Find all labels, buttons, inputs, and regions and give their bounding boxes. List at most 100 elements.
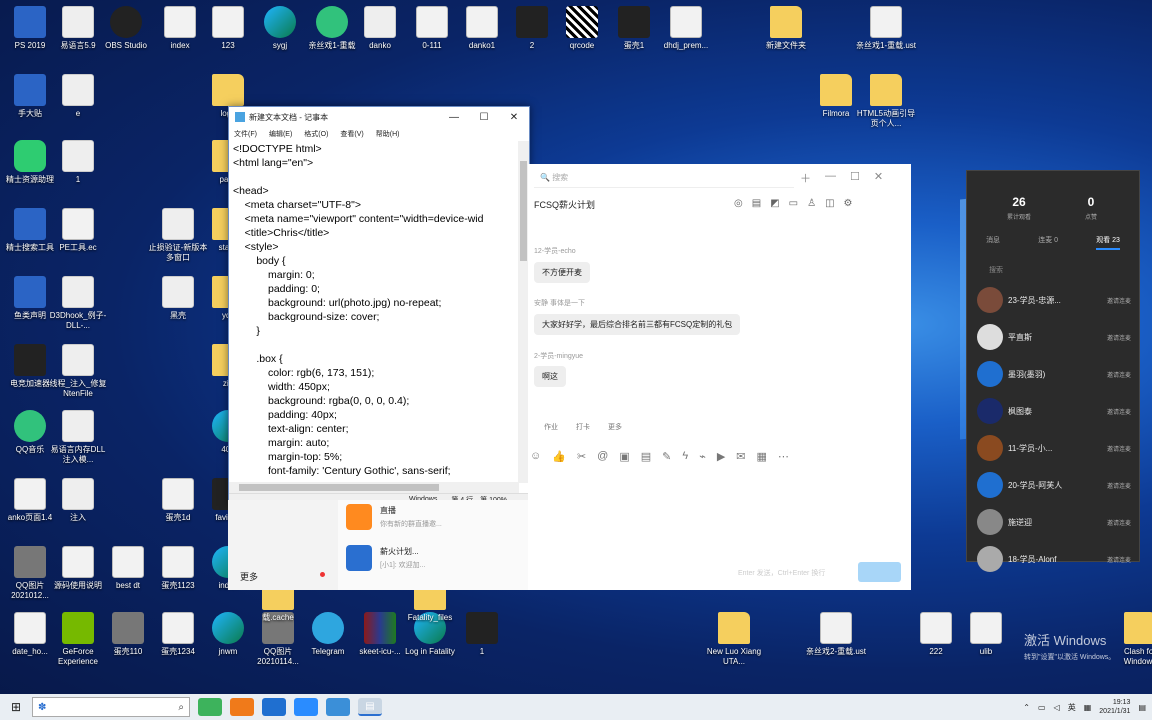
tab-homework[interactable]: 作业 xyxy=(544,422,558,432)
invite-cohost-button[interactable]: 邀请连麦 xyxy=(1107,370,1131,379)
settings-icon[interactable]: ⚙ xyxy=(844,198,853,209)
search-input[interactable]: 🔍 搜索 xyxy=(534,168,794,188)
desktop-icon[interactable]: 蛋壳1 xyxy=(604,6,664,51)
edit-icon[interactable]: ✎ xyxy=(662,450,671,463)
send-button[interactable] xyxy=(858,562,901,582)
member-row[interactable]: 施逆迎 邀请连麦 xyxy=(977,507,1131,537)
firefox-icon[interactable] xyxy=(230,698,254,716)
desktop-icon[interactable]: HTML5动画引导页个人... xyxy=(856,74,916,129)
link-icon[interactable]: ⌁ xyxy=(699,450,706,463)
member-row[interactable]: 18-学员-Alonf 邀请连麦 xyxy=(977,544,1131,574)
add-icon[interactable]: ＋ xyxy=(800,170,811,186)
app-icon[interactable] xyxy=(326,698,350,716)
volume-icon[interactable]: ◁ xyxy=(1054,703,1060,712)
maximize-icon[interactable]: ☐ xyxy=(469,112,499,123)
notepad-window[interactable]: 新建文本文档 - 记事本 — ☐ ✕ 文件(F) 编辑(E) 格式(O) 查看(… xyxy=(228,106,530,506)
invite-cohost-button[interactable]: 邀请连麦 xyxy=(1107,444,1131,453)
desktop-icon[interactable]: e xyxy=(48,74,108,119)
video-icon[interactable]: ▶ xyxy=(717,450,725,463)
horizontal-scrollbar[interactable] xyxy=(229,482,519,493)
network-icon[interactable]: ▭ xyxy=(1038,703,1046,712)
at-icon[interactable]: @ xyxy=(597,450,608,463)
tab-messages[interactable]: 消息 xyxy=(986,235,1000,250)
notepad-text-area[interactable]: <!DOCTYPE html> <html lang="en"> <head> <m… xyxy=(229,141,519,483)
invite-cohost-button[interactable]: 邀请连麦 xyxy=(1107,555,1131,564)
minimize-icon[interactable]: — xyxy=(825,170,836,186)
close-icon[interactable]: ✕ xyxy=(874,170,883,186)
image-icon[interactable]: ▣ xyxy=(619,450,629,463)
menu-format[interactable]: 格式(O) xyxy=(304,129,328,139)
desktop-icon[interactable]: ulib xyxy=(956,612,1016,657)
maximize-icon[interactable]: ☐ xyxy=(850,170,860,186)
invite-cohost-button[interactable]: 邀请连麦 xyxy=(1107,518,1131,527)
chat-icon[interactable]: ◫ xyxy=(825,198,834,209)
list-item[interactable]: 薪火计划... [小1]: 欢迎加... xyxy=(346,545,426,571)
file-icon[interactable]: ▤ xyxy=(641,450,651,463)
more-icon[interactable]: ⋯ xyxy=(778,450,789,463)
desktop-icon[interactable]: Clash for Windows xyxy=(1110,612,1152,667)
desktop-icon[interactable]: danko xyxy=(350,6,410,51)
thumb-icon[interactable]: 👍 xyxy=(552,450,566,463)
tab-checkin[interactable]: 打卡 xyxy=(576,422,590,432)
lightning-icon[interactable]: ϟ xyxy=(682,450,688,463)
taskbar-search[interactable]: ✽ ⌕ xyxy=(32,697,190,717)
notepad-taskbar-icon[interactable]: ▤ xyxy=(358,698,382,716)
screen-icon[interactable]: ▦ xyxy=(757,450,767,463)
app-icon[interactable] xyxy=(262,698,286,716)
desktop-icon[interactable]: OBS Studio xyxy=(96,6,156,51)
minimize-icon[interactable]: — xyxy=(439,112,469,123)
desktop-icon[interactable]: D3Dhook_例子-DLL-... xyxy=(48,276,108,331)
member-row[interactable]: 平直斯 邀请连麦 xyxy=(977,322,1131,352)
menu-file[interactable]: 文件(F) xyxy=(234,129,257,139)
member-icon[interactable]: ♙ xyxy=(807,198,816,209)
note-icon[interactable]: ▤ xyxy=(752,198,761,209)
desktop-icon[interactable]: 亲丝戏1-重载.ust xyxy=(856,6,916,51)
panel-search[interactable]: 搜索 xyxy=(989,265,1003,275)
folder-icon[interactable]: ▭ xyxy=(789,198,798,209)
chevron-up-icon[interactable]: ⌃ xyxy=(1023,703,1030,712)
task-view-icon[interactable]: ⊞ xyxy=(0,700,32,714)
desktop-icon[interactable]: 易语言内存DLL注入模... xyxy=(48,410,108,465)
desktop-icon[interactable]: 新建文件夹 xyxy=(756,6,816,51)
desktop-icon[interactable]: 注入 xyxy=(48,478,108,523)
grid-icon[interactable]: ▦ xyxy=(1084,703,1092,712)
call-icon[interactable]: ◎ xyxy=(734,198,743,209)
emoji-icon[interactable]: ☺ xyxy=(530,450,541,463)
member-row[interactable]: 枫图泰 邀请连麦 xyxy=(977,396,1131,426)
desktop-icon[interactable]: 亲丝戏2-重载.ust xyxy=(806,612,866,657)
clock[interactable]: 19:13 2021/1/31 xyxy=(1099,698,1130,716)
notepad-titlebar[interactable]: 新建文本文档 - 记事本 — ☐ ✕ xyxy=(229,107,529,127)
menu-help[interactable]: 帮助(H) xyxy=(376,129,400,139)
desktop-icon[interactable]: 线程_注入_修复NtenFile xyxy=(48,344,108,399)
desktop-icon[interactable]: PE工具.ec xyxy=(48,208,108,253)
invite-cohost-button[interactable]: 邀请连麦 xyxy=(1107,296,1131,305)
menu-edit[interactable]: 编辑(E) xyxy=(269,129,292,139)
invite-cohost-button[interactable]: 邀请连麦 xyxy=(1107,333,1131,342)
green-app-icon[interactable] xyxy=(198,698,222,716)
desktop-icon[interactable]: New Luo Xiang UTA... xyxy=(704,612,764,667)
qq-icon[interactable] xyxy=(294,698,318,716)
invite-cohost-button[interactable]: 邀请连麦 xyxy=(1107,407,1131,416)
invite-cohost-button[interactable]: 邀请连麦 xyxy=(1107,481,1131,490)
member-row[interactable]: 墨羽(墨羽) 邀请连麦 xyxy=(977,359,1131,389)
tab-more[interactable]: 更多 xyxy=(608,422,622,432)
desktop-icon[interactable]: sygj xyxy=(250,6,310,51)
member-row[interactable]: 11-学员-小... 邀请连麦 xyxy=(977,433,1131,463)
desktop-icon[interactable]: dhdj_prem... xyxy=(656,6,716,51)
desktop-icon[interactable]: 123 xyxy=(198,6,258,51)
desktop-icon[interactable]: 1 xyxy=(48,140,108,185)
notification-icon[interactable]: ▤ xyxy=(1138,703,1146,712)
close-icon[interactable]: ✕ xyxy=(499,112,529,123)
desktop-icon[interactable]: 1 xyxy=(452,612,512,657)
tab-co-host[interactable]: 连麦 0 xyxy=(1038,235,1058,250)
tab-viewers[interactable]: 观看 23 xyxy=(1096,235,1120,250)
list-item[interactable]: 直播 你有新的群直播邀... xyxy=(346,504,442,530)
menu-view[interactable]: 查看(V) xyxy=(340,129,363,139)
mail-icon[interactable]: ✉ xyxy=(736,450,745,463)
member-row[interactable]: 20-学员-阿芙人 邀请连麦 xyxy=(977,470,1131,500)
more-menu[interactable]: 更多 xyxy=(240,570,258,583)
desktop-icon[interactable]: qrcode xyxy=(552,6,612,51)
member-row[interactable]: 23-学员-忠源... 邀请连麦 xyxy=(977,285,1131,315)
scissors-icon[interactable]: ✂ xyxy=(577,450,586,463)
ime-indicator[interactable]: 英 xyxy=(1068,702,1076,713)
